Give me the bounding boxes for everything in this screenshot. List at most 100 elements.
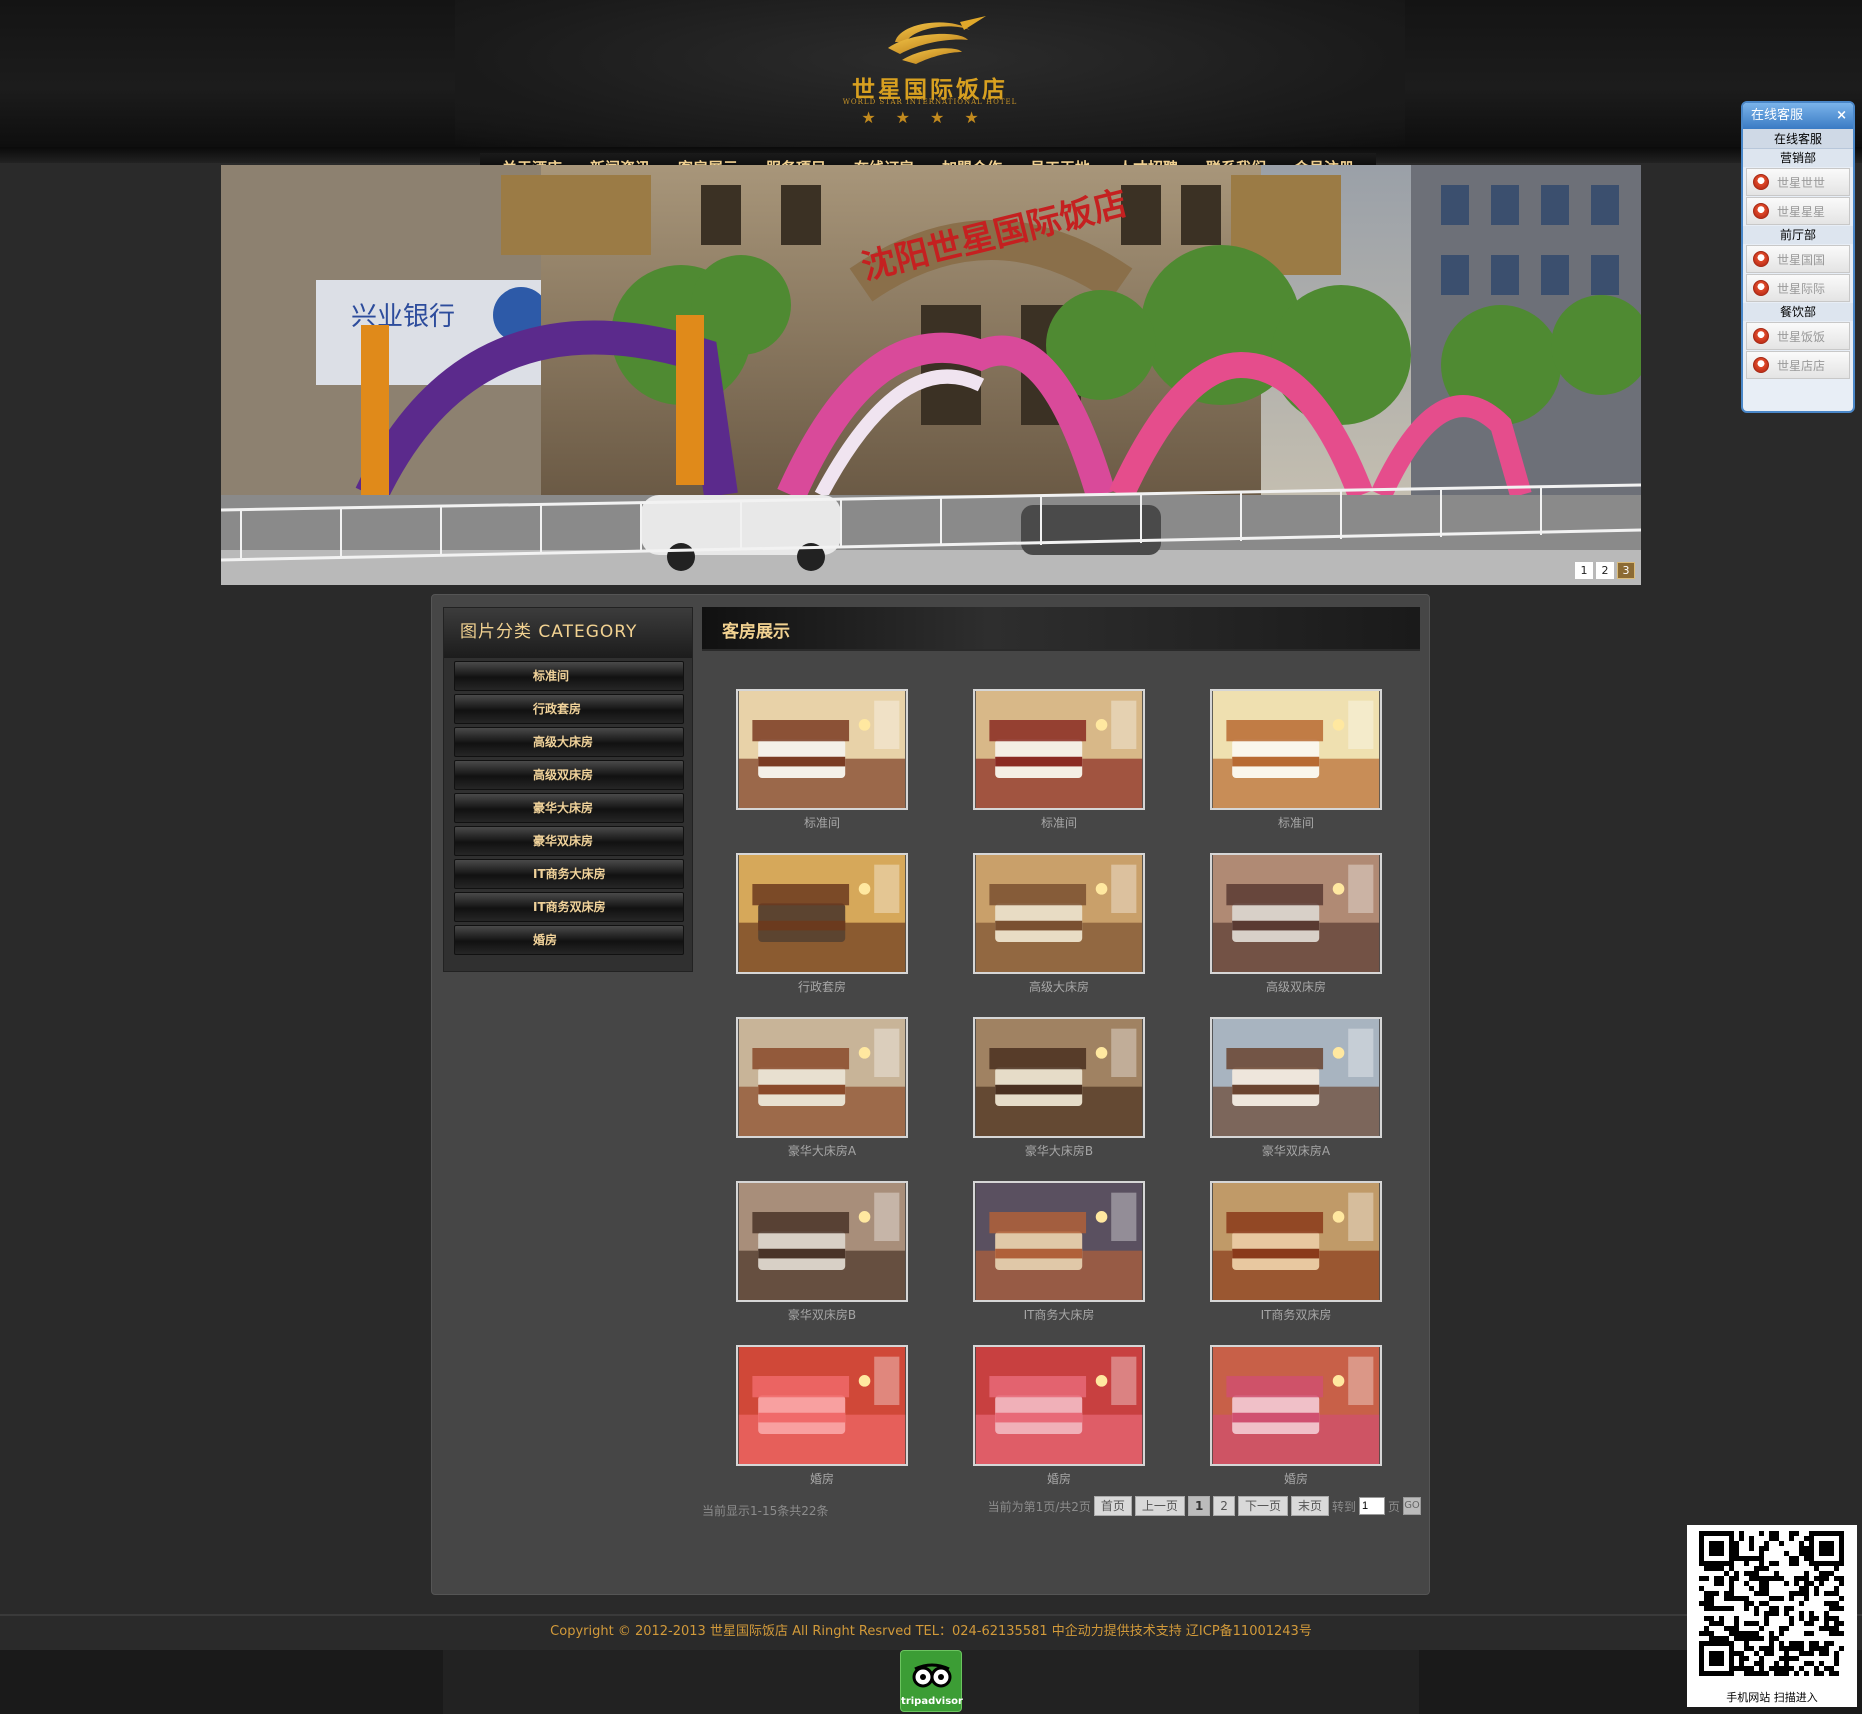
pager-next-button[interactable]: 下一页 (1237, 1496, 1288, 1516)
room-photo[interactable] (1210, 853, 1382, 974)
room-card[interactable]: 高级大床房 (973, 853, 1145, 995)
room-card[interactable]: 婚房 (736, 1345, 908, 1487)
room-caption: 豪华大床房B (1024, 1144, 1094, 1158)
service-contact[interactable]: 世星店店 (1746, 351, 1850, 379)
qr-code-icon (1699, 1531, 1844, 1676)
qq-icon (1753, 203, 1769, 219)
category-item[interactable]: 豪华双床房 (454, 826, 684, 856)
category-item[interactable]: 高级大床房 (454, 727, 684, 757)
room-card[interactable]: 标准间 (1210, 689, 1382, 831)
room-photo[interactable] (736, 1181, 908, 1302)
service-contact-name: 世星饭饭 (1777, 329, 1826, 344)
room-caption: 豪华大床房A (787, 1144, 857, 1158)
tripadvisor-label: tripadvisor (901, 1696, 963, 1707)
room-photo[interactable] (1210, 1181, 1382, 1302)
room-caption: 标准间 (803, 816, 840, 830)
room-card[interactable]: 豪华大床房B (973, 1017, 1145, 1159)
tripadvisor-badge[interactable]: tripadvisor (900, 1650, 963, 1712)
category-list: 标准间 行政套房 高级大床房 高级双床房 豪华大床房 豪华双床房 IT商务大床房 IT商务双床… (444, 661, 692, 955)
logo-stars: ★★★★ (861, 108, 999, 127)
room-photo[interactable] (736, 1345, 908, 1466)
room-caption: 标准间 (1040, 816, 1077, 830)
room-card[interactable]: 行政套房 (736, 853, 908, 995)
room-card[interactable]: 豪华大床房A (736, 1017, 908, 1159)
service-header: 在线客服 × (1743, 103, 1853, 129)
room-photo[interactable] (973, 689, 1145, 810)
pager-prev-button[interactable]: 上一页 (1134, 1496, 1185, 1516)
service-contact-name: 世星际际 (1777, 281, 1826, 296)
qq-icon (1753, 174, 1769, 190)
room-card[interactable]: 豪华双床房B (736, 1181, 908, 1323)
room-card[interactable]: 高级双床房 (1210, 853, 1382, 995)
hero-banner[interactable]: 兴业银行 沈阳世星国际饭店 1 2 3 (221, 165, 1641, 585)
banner-dot-2[interactable]: 2 (1596, 562, 1614, 579)
tripadvisor-owl-icon (912, 1663, 952, 1688)
room-card[interactable]: 婚房 (973, 1345, 1145, 1487)
mobile-qr-code: 手机网站 扫描进入 (1687, 1525, 1857, 1707)
close-icon[interactable]: × (1836, 103, 1847, 129)
room-photo[interactable] (973, 853, 1145, 974)
main-panel: 图片分类 CATEGORY 标准间 行政套房 高级大床房 高级双床房 豪华大床房 豪华双床… (431, 594, 1430, 1595)
category-item[interactable]: 婚房 (454, 925, 684, 955)
service-contact-name: 世星店店 (1777, 358, 1826, 373)
room-photo[interactable] (973, 1345, 1145, 1466)
room-caption: IT商务大床房 (1023, 1308, 1095, 1322)
room-caption: 行政套房 (797, 980, 846, 994)
pager-page-1[interactable]: 1 (1187, 1496, 1211, 1516)
banner-dot-3[interactable]: 3 (1617, 562, 1635, 579)
room-caption: 豪华双床房A (1261, 1144, 1331, 1158)
pager-goto-input[interactable] (1358, 1497, 1385, 1515)
banner-pagination: 123 (1575, 562, 1635, 579)
category-item[interactable]: 行政套房 (454, 694, 684, 724)
room-photo[interactable] (973, 1181, 1145, 1302)
logo-subtitle: WORLD STAR INTERNATIONAL HOTEL (842, 98, 1018, 106)
room-caption: 高级大床房 (1028, 980, 1089, 994)
room-photo[interactable] (1210, 689, 1382, 810)
room-card[interactable]: IT商务双床房 (1210, 1181, 1382, 1323)
service-contact[interactable]: 世星际际 (1746, 274, 1850, 302)
service-contact[interactable]: 世星星星 (1746, 197, 1850, 225)
category-item[interactable]: IT商务双床房 (454, 892, 684, 922)
room-photo[interactable] (736, 689, 908, 810)
category-item[interactable]: 高级双床房 (454, 760, 684, 790)
room-photo[interactable] (1210, 1017, 1382, 1138)
pager-summary: 当前显示1-15条共22条 (702, 1504, 829, 1518)
room-photo[interactable] (973, 1017, 1145, 1138)
content-title: 客房展示 (722, 622, 790, 642)
category-item[interactable]: 豪华大床房 (454, 793, 684, 823)
service-contact[interactable]: 世星世世 (1746, 168, 1850, 196)
room-card[interactable]: 标准间 (973, 689, 1145, 831)
service-subtitle: 在线客服 (1743, 129, 1853, 149)
pager-first-button[interactable]: 首页 (1093, 1496, 1132, 1516)
service-department: 餐饮部 (1743, 303, 1853, 321)
room-card[interactable]: 豪华双床房A (1210, 1017, 1382, 1159)
room-photo[interactable] (736, 853, 908, 974)
category-sidebar: 图片分类 CATEGORY 标准间 行政套房 高级大床房 高级双床房 豪华大床房 豪华双床… (443, 607, 693, 972)
pager-page-2[interactable]: 2 (1213, 1496, 1235, 1516)
category-item[interactable]: IT商务大床房 (454, 859, 684, 889)
banner-dot-1[interactable]: 1 (1575, 562, 1593, 579)
room-photo[interactable] (1210, 1345, 1382, 1466)
room-photo[interactable] (736, 1017, 908, 1138)
qq-icon (1753, 251, 1769, 267)
room-caption: 豪华双床房B (787, 1308, 857, 1322)
online-service-panel: 在线客服 × 在线客服 营销部 世星世世 世星星星 前厅部 世星国国 世星际际 餐饮部 世星饭… (1741, 101, 1855, 413)
banner-photo: 兴业银行 沈阳世星国际饭店 (221, 165, 1641, 585)
room-caption: 高级双床房 (1265, 980, 1326, 994)
service-contact-name: 世星星星 (1777, 204, 1826, 219)
room-caption: 标准间 (1277, 816, 1314, 830)
room-card[interactable]: 婚房 (1210, 1345, 1382, 1487)
room-card[interactable]: 标准间 (736, 689, 908, 831)
qq-icon (1753, 280, 1769, 296)
service-list: 营销部 世星世世 世星星星 前厅部 世星国国 世星际际 餐饮部 世星饭饭 世星店店 (1743, 149, 1853, 379)
pager-go-button[interactable]: GO (1403, 1497, 1421, 1515)
service-contact[interactable]: 世星国国 (1746, 245, 1850, 273)
service-department: 前厅部 (1743, 226, 1853, 244)
service-title: 在线客服 (1751, 108, 1804, 123)
service-contact[interactable]: 世星饭饭 (1746, 322, 1850, 350)
qr-caption: 手机网站 扫描进入 (1726, 1691, 1818, 1704)
room-card[interactable]: IT商务大床房 (973, 1181, 1145, 1323)
pager-last-button[interactable]: 末页 (1290, 1496, 1329, 1516)
category-item[interactable]: 标准间 (454, 661, 684, 691)
hotel-logo[interactable]: 世星国际饭店 WORLD STAR INTERNATIONAL HOTEL ★★… (840, 10, 1020, 128)
